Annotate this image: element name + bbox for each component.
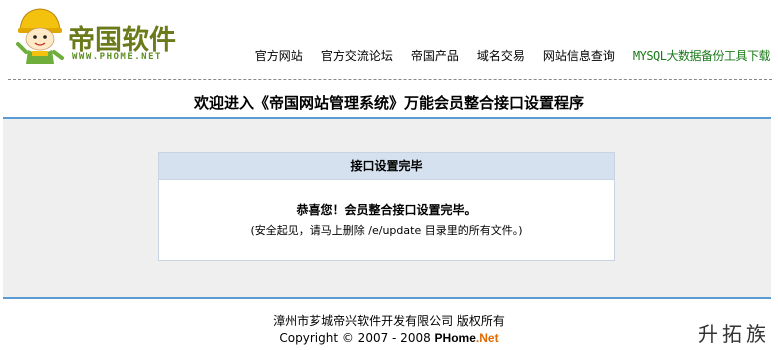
- corner-watermark: 升拓族: [698, 322, 770, 346]
- logo[interactable]: 帝国软件 WWW.PHOME.NET: [10, 4, 190, 68]
- footer-copyright: Copyright © 2007 - 2008 PHome.Net: [0, 331, 778, 345]
- result-panel: 接口设置完毕 恭喜您！会员整合接口设置完毕。 (安全起见，请马上删除 /e/up…: [158, 152, 615, 261]
- nav-mysql-backup-download[interactable]: MYSQL大数据备份工具下载: [633, 47, 771, 64]
- page-title: 欢迎进入《帝国网站管理系统》万能会员整合接口设置程序: [193, 94, 584, 112]
- success-message: 恭喜您！会员整合接口设置完毕。: [296, 203, 477, 217]
- mascot-logo-icon: [16, 8, 64, 64]
- footer-company: 漳州市芗城帝兴软件开发有限公司 版权所有: [273, 314, 505, 328]
- footer-brand[interactable]: PHome.Net: [435, 331, 499, 345]
- copyright-text: Copyright © 2007 - 2008: [279, 331, 435, 345]
- brand-main: PHome: [434, 331, 476, 345]
- brand-net: .Net: [475, 331, 499, 345]
- nav-products[interactable]: 帝国产品: [411, 47, 459, 64]
- panel-heading: 接口设置完毕: [159, 153, 614, 180]
- header: 帝国软件 WWW.PHOME.NET 官方网站 官方交流论坛 帝国产品 域名交易…: [0, 0, 778, 80]
- nav-official-site[interactable]: 官方网站: [255, 47, 303, 64]
- security-note: (安全起见，请马上删除 /e/update 目录里的所有文件。): [250, 224, 523, 237]
- nav-domain-trade[interactable]: 域名交易: [477, 47, 525, 64]
- top-nav: 官方网站 官方交流论坛 帝国产品 域名交易 网站信息查询 MYSQL大数据备份工…: [237, 47, 771, 64]
- logo-subtext: WWW.PHOME.NET: [72, 52, 162, 62]
- header-divider: [8, 79, 772, 80]
- nav-official-forum[interactable]: 官方交流论坛: [321, 47, 393, 64]
- nav-site-info-query[interactable]: 网站信息查询: [543, 47, 615, 64]
